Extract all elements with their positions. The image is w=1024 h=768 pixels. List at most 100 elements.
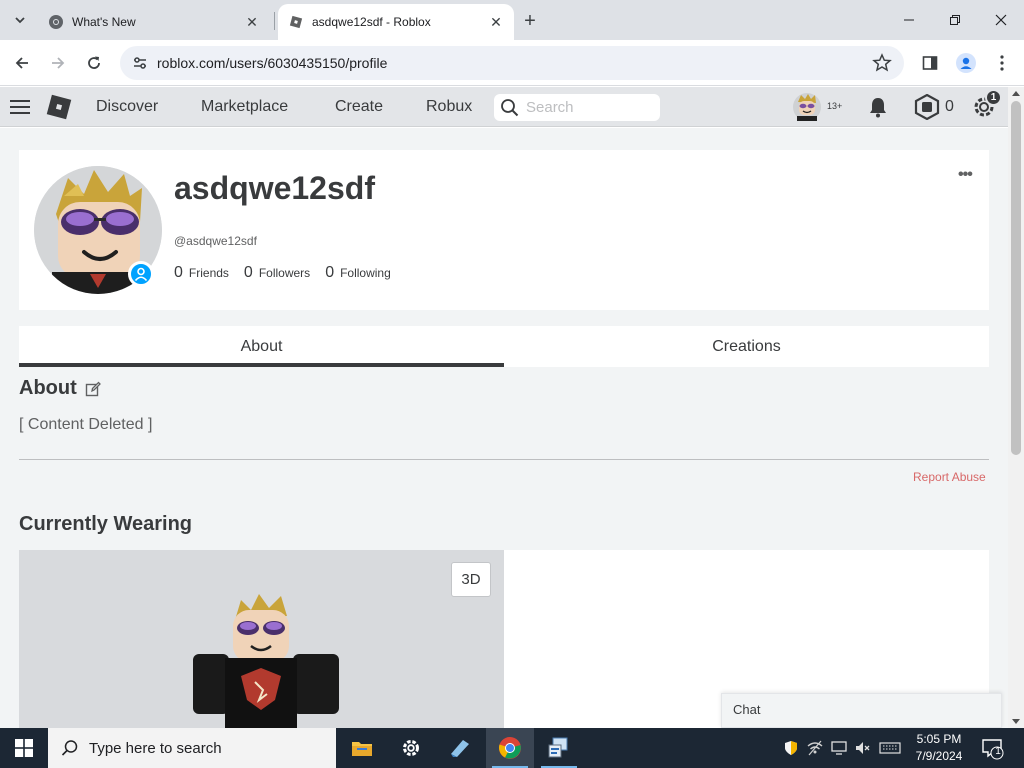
security-shield-icon[interactable] [783, 740, 799, 756]
scrollbar-thumb[interactable] [1011, 101, 1021, 455]
search-icon [61, 740, 78, 756]
close-icon[interactable]: ✕ [486, 12, 506, 32]
taskbar-search-box[interactable]: Type here to search [48, 728, 336, 768]
arrow-right-icon [52, 57, 65, 69]
close-icon [995, 14, 1007, 26]
scroll-up-icon[interactable] [1012, 91, 1020, 96]
stat-label: Followers [258, 266, 311, 280]
robux-icon[interactable] [914, 94, 940, 120]
kebab-menu-icon [1000, 55, 1004, 71]
clock-date: 7/9/2024 [915, 749, 963, 763]
view-3d-toggle-button[interactable]: 3D [451, 562, 491, 597]
roblox-search-box [494, 94, 660, 121]
windows-taskbar: Type here to search 5:05 PM 7/9/2024 1 [0, 728, 1024, 768]
network-disconnected-icon[interactable] [807, 740, 823, 756]
roblox-logo-icon[interactable] [45, 93, 73, 121]
display-icon[interactable] [831, 740, 847, 756]
side-panel-button[interactable] [918, 51, 942, 75]
about-heading: About [19, 377, 101, 400]
chat-panel[interactable]: Chat [721, 693, 1002, 728]
stat-following[interactable]: 0 Following [325, 264, 391, 282]
bookmark-star-icon[interactable] [872, 53, 892, 73]
stat-count: 0 [174, 264, 183, 281]
restore-button[interactable] [932, 0, 978, 40]
online-status-badge [128, 261, 154, 287]
address-bar[interactable]: roblox.com/users/6030435150/profile [120, 46, 904, 80]
tab-whats-new[interactable]: What's New ✕ [38, 4, 270, 40]
nav-link-robux[interactable]: Robux [426, 98, 472, 116]
nav-link-create[interactable]: Create [335, 98, 383, 116]
stat-label: Following [340, 266, 391, 280]
volume-muted-icon[interactable] [855, 740, 871, 756]
tab-roblox-profile[interactable]: asdqwe12sdf - Roblox ✕ [278, 4, 514, 40]
forward-button[interactable] [44, 49, 72, 77]
tab-separator [274, 12, 275, 30]
taskbar-app-tool[interactable] [535, 728, 583, 768]
profile-tabs: About Creations [19, 326, 989, 367]
nav-link-discover[interactable]: Discover [96, 98, 158, 116]
reload-icon [88, 56, 100, 69]
stat-label: Friends [188, 266, 229, 280]
taskbar-settings[interactable] [387, 728, 435, 768]
robux-balance: 0 [945, 98, 954, 115]
stat-count: 0 [325, 264, 335, 281]
profile-page: asdqwe12sdf @asdqwe12sdf 0 Friends 0 Fol… [0, 128, 1008, 728]
tab-search-button[interactable] [8, 8, 32, 32]
chat-label: Chat [733, 702, 761, 717]
tab-title: What's New [72, 15, 136, 29]
settings-notification-badge: 1 [985, 89, 1002, 106]
notification-center-button[interactable]: 1 [980, 736, 1004, 760]
notification-count: 1 [995, 746, 1001, 757]
social-stats: 0 Friends 0 Followers 0 Following [174, 264, 406, 282]
roblox-search-input[interactable] [526, 96, 654, 119]
profile-header-card: asdqwe12sdf @asdqwe12sdf 0 Friends 0 Fol… [19, 150, 989, 310]
notepad-icon [451, 740, 469, 757]
stat-count: 0 [243, 264, 253, 281]
tab-about[interactable]: About [19, 326, 504, 367]
search-icon [501, 99, 519, 117]
user-avatar-icon[interactable] [793, 93, 821, 121]
new-tab-button[interactable]: + [518, 9, 542, 33]
taskbar-file-explorer[interactable] [338, 728, 386, 768]
tab-creations[interactable]: Creations [504, 326, 989, 367]
age-bracket-label: 13+ [827, 101, 843, 111]
scroll-down-icon[interactable] [1012, 719, 1020, 724]
roblox-top-nav: Discover Marketplace Create Robux 13+ 0 … [0, 87, 1008, 127]
edit-icon[interactable] [85, 381, 101, 397]
minimize-button[interactable] [886, 0, 932, 40]
start-button[interactable] [0, 728, 48, 768]
avatar-body-image [193, 594, 339, 728]
arrow-left-icon [15, 57, 28, 69]
chevron-down-icon [15, 17, 25, 24]
display-name: asdqwe12sdf [174, 170, 375, 206]
back-button[interactable] [8, 49, 36, 77]
minimize-icon [904, 19, 914, 21]
profile-button[interactable] [954, 51, 978, 75]
stat-friends[interactable]: 0 Friends [174, 264, 229, 282]
chrome-icon [499, 737, 521, 759]
about-description: [ Content Deleted ] [19, 416, 153, 433]
system-clock[interactable]: 5:05 PM 7/9/2024 [906, 731, 972, 765]
stat-followers[interactable]: 0 Followers [244, 264, 310, 282]
browser-menu-button[interactable] [990, 51, 1014, 75]
taskbar-app-pen[interactable] [436, 728, 484, 768]
site-settings-icon[interactable] [132, 55, 148, 71]
reload-button[interactable] [80, 49, 108, 77]
bell-icon[interactable] [866, 95, 890, 119]
report-abuse-link[interactable]: Report Abuse [913, 470, 986, 484]
restore-icon [950, 15, 960, 25]
close-icon[interactable]: ✕ [242, 12, 262, 32]
taskbar-chrome[interactable] [486, 728, 534, 768]
more-options-button[interactable]: ••• [958, 166, 973, 184]
section-divider [19, 459, 989, 460]
page-scrollbar[interactable] [1008, 87, 1024, 728]
close-window-button[interactable] [978, 0, 1024, 40]
clock-time: 5:05 PM [916, 732, 962, 746]
roblox-favicon-icon [288, 14, 304, 30]
nav-link-marketplace[interactable]: Marketplace [201, 98, 288, 116]
hamburger-menu-icon[interactable] [10, 99, 30, 115]
gear-icon [403, 740, 419, 756]
keyboard-icon[interactable] [879, 740, 901, 756]
taskbar-search-placeholder: Type here to search [89, 739, 222, 757]
windows-logo-icon [15, 739, 33, 757]
